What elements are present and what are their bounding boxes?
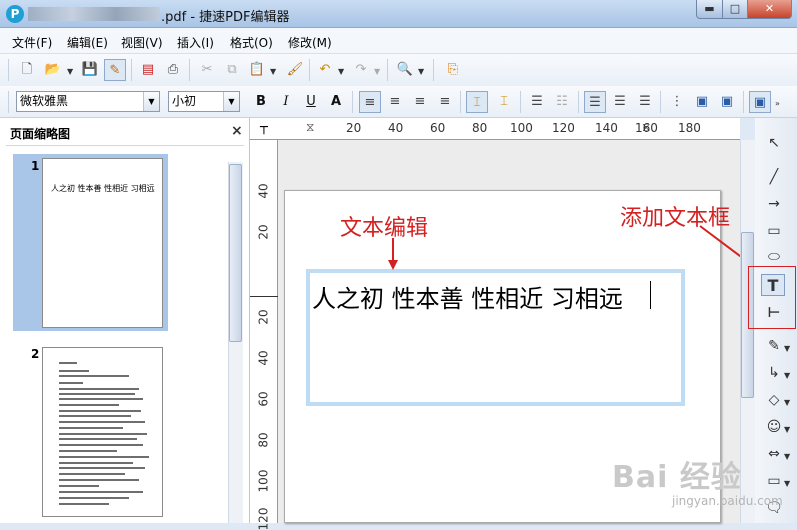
rectangle-tool-icon[interactable]: ▭ (762, 220, 786, 242)
arrow-tool-icon[interactable]: → (762, 193, 786, 215)
diamond-dropdown-icon[interactable]: ▼ (784, 398, 790, 407)
flowchart-dropdown-icon[interactable]: ▼ (784, 479, 790, 488)
freehand-tool-icon[interactable]: ✎ (762, 335, 786, 357)
select-arrow-icon[interactable]: ↖ (762, 132, 786, 154)
annotation-arrows (388, 225, 752, 270)
freehand-dropdown-icon[interactable]: ▼ (784, 344, 790, 353)
smiley-dropdown-icon[interactable]: ▼ (784, 425, 790, 434)
watermark-logo: Bai 经验 (612, 460, 742, 495)
diamond-tool-icon[interactable]: ◇ (762, 389, 786, 411)
watermark-url: jingyan.baidu.com (672, 494, 783, 508)
connector-dropdown-icon[interactable]: ▼ (784, 371, 790, 380)
line-tool-icon[interactable]: ╱ (762, 166, 786, 188)
flowchart-tool-icon[interactable]: ▭ (762, 470, 786, 492)
arrow-edit-head (388, 260, 398, 270)
double-arrow-tool-icon[interactable]: ⇔ (762, 443, 786, 465)
annotation-highlight-box (748, 266, 796, 329)
ellipse-tool-icon[interactable]: ⬭ (762, 246, 786, 268)
smiley-tool-icon[interactable]: ☺ (762, 416, 786, 438)
double-arrow-dropdown-icon[interactable]: ▼ (784, 452, 790, 461)
connector-tool-icon[interactable]: ↳ (762, 362, 786, 384)
